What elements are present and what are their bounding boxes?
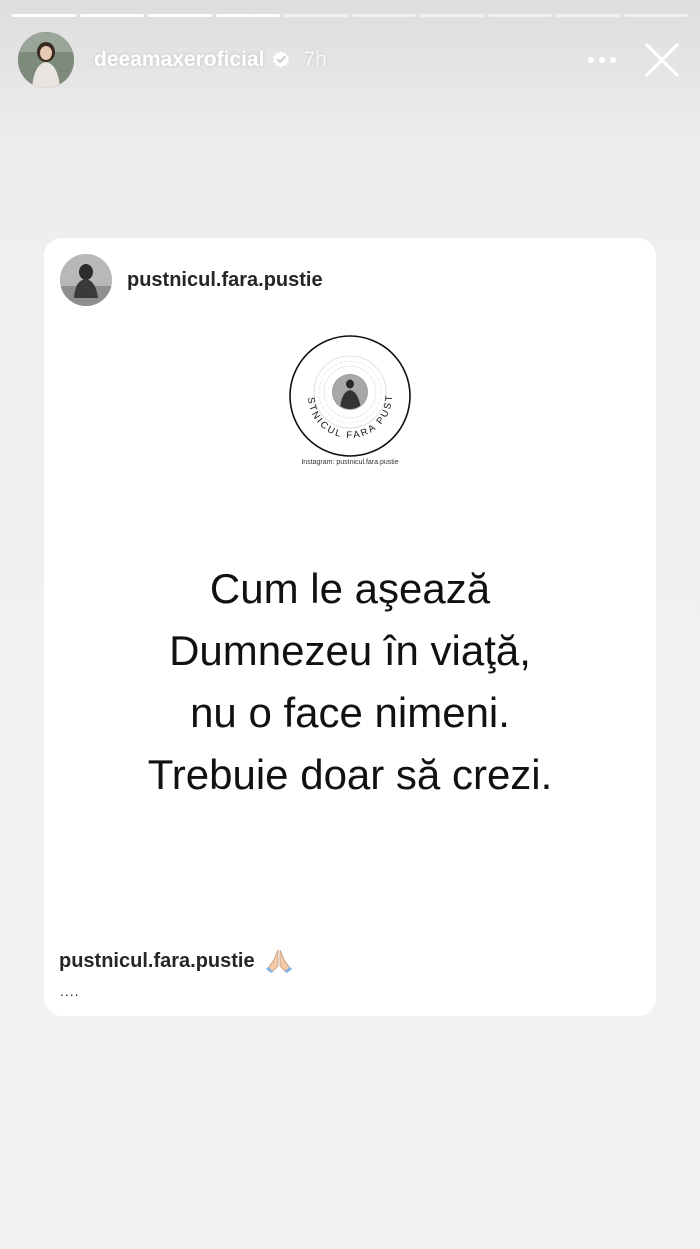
quote-line: Dumnezeu în viaţă, [169, 627, 531, 674]
progress-segment [148, 14, 212, 17]
caption-username[interactable]: pustnicul.fara.pustie [59, 950, 255, 973]
progress-segment [216, 14, 280, 17]
story-author-avatar[interactable] [18, 32, 74, 88]
shared-post-header[interactable]: pustnicul.fara.pustie [60, 254, 323, 306]
progress-segment [80, 14, 144, 17]
progress-segment [284, 14, 348, 17]
story-author-username[interactable]: deeamaxeroficial [94, 48, 264, 72]
shared-post-caption[interactable]: pustnicul.fara.pustie [59, 948, 295, 974]
quote-text: Cum le aşează Dumnezeu în viaţă, nu o fa… [44, 558, 656, 806]
progress-segment [624, 14, 688, 17]
close-icon[interactable] [640, 38, 684, 82]
progress-segment [488, 14, 552, 17]
quote-line: Cum le aşează [209, 565, 491, 612]
verified-badge-icon [273, 51, 290, 68]
progress-segment [420, 14, 484, 17]
shared-post-username[interactable]: pustnicul.fara.pustie [127, 269, 323, 292]
progress-segment [12, 14, 76, 17]
progress-segment [556, 14, 620, 17]
pustnicul-logo: PUSTNICUL FARA PUSTIE [288, 334, 411, 457]
story-progress-bar [12, 14, 688, 18]
shared-post-card[interactable]: pustnicul.fara.pustie PUSTNICUL FARA PUS… [44, 238, 656, 1016]
quote-line: Trebuie doar să crezi. [147, 751, 553, 798]
progress-segment [352, 14, 416, 17]
logo-caption: Instagram: pustnicul.fara.pustie [301, 459, 399, 466]
pray-hands-icon [265, 949, 292, 973]
caption-more[interactable]: .... [60, 983, 80, 999]
more-options-icon[interactable] [582, 40, 622, 80]
shared-post-avatar[interactable] [60, 254, 112, 306]
quote-line: nu o face nimeni. [190, 689, 510, 736]
story-header: deeamaxeroficial 7h [18, 32, 684, 88]
story-timestamp: 7h [303, 48, 327, 71]
